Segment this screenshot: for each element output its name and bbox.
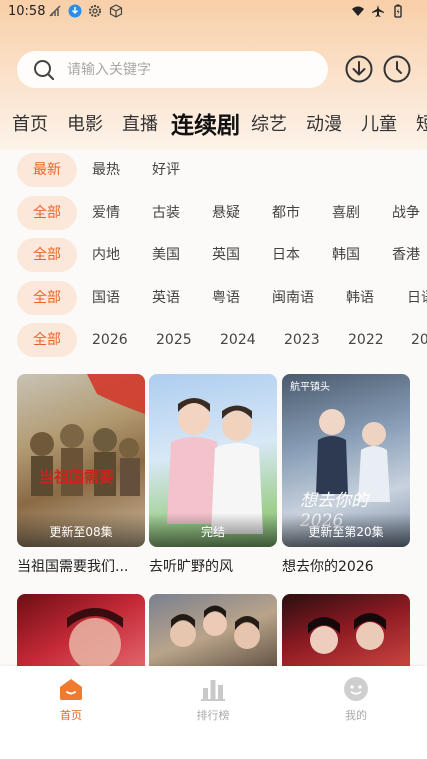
download-badge-icon: [68, 4, 82, 18]
poster-image: 航平镇头 想去你的2026 更新至第20集: [282, 374, 410, 547]
tab-live[interactable]: 直播: [122, 110, 158, 136]
episode-status-badge: 完结: [149, 513, 277, 547]
poster-image: 当祖国需要 更新至08集: [17, 374, 145, 547]
tab-kids[interactable]: 儿童: [361, 110, 397, 136]
language-chip[interactable]: 粤语: [212, 281, 240, 315]
nav-home[interactable]: 首页: [36, 676, 106, 723]
sort-chip-latest[interactable]: 最新: [17, 153, 77, 187]
episode-status-badge: 更新至第20集: [282, 513, 410, 547]
poster-image: 完结: [149, 374, 277, 547]
profile-icon: [344, 677, 368, 701]
search-icon: [34, 60, 55, 81]
tab-series[interactable]: 连续剧: [171, 106, 240, 140]
genre-chip[interactable]: 爱情: [92, 196, 120, 230]
status-time: 10:58: [8, 4, 46, 19]
language-chip[interactable]: 全部: [17, 281, 77, 315]
ranking-icon: [201, 680, 225, 701]
tab-variety[interactable]: 综艺: [251, 110, 287, 136]
year-filter-row: 全部 2026 2025 2024 2023 2022 20: [0, 323, 427, 357]
year-chip[interactable]: 2026: [92, 323, 128, 357]
signal-off-icon: [49, 5, 61, 17]
bottom-navigation: 首页 排行榜 我的: [0, 666, 427, 759]
tab-anime[interactable]: 动漫: [306, 110, 342, 136]
region-filter-row: 全部 内地 美国 英国 日本 韩国 香港: [0, 238, 427, 272]
nav-label: 排行榜: [196, 709, 230, 722]
language-chip[interactable]: 国语: [92, 281, 120, 315]
sort-chip-rating[interactable]: 好评: [152, 153, 180, 187]
episode-status-badge: 更新至08集: [17, 513, 145, 547]
status-bar: 10:58: [0, 0, 427, 24]
nav-label: 首页: [60, 709, 82, 722]
year-chip[interactable]: 2025: [156, 323, 192, 357]
year-chip[interactable]: 全部: [17, 323, 77, 357]
year-chip[interactable]: 2022: [348, 323, 384, 357]
region-chip[interactable]: 英国: [212, 238, 240, 272]
genre-chip[interactable]: 战争: [392, 196, 420, 230]
poster-title-text: 当祖国需要: [39, 468, 115, 486]
sort-chip-hot[interactable]: 最热: [92, 153, 120, 187]
nav-ranking[interactable]: 排行榜: [178, 676, 248, 723]
language-chip[interactable]: 韩语: [346, 281, 374, 315]
year-chip[interactable]: 20: [411, 323, 427, 357]
language-chip[interactable]: 日语: [407, 281, 427, 315]
nav-label: 我的: [345, 709, 367, 722]
card-title: 去听旷野的风: [149, 559, 233, 575]
category-tabs: 首页 电影 直播 连续剧 综艺 动漫 儿童 短: [0, 104, 427, 140]
year-chip[interactable]: 2023: [284, 323, 320, 357]
battery-icon: [394, 4, 402, 18]
history-clock-icon[interactable]: [383, 55, 411, 83]
video-card-poster[interactable]: [149, 594, 277, 674]
region-chip[interactable]: 韩国: [332, 238, 360, 272]
card-title: 想去你的2026: [282, 559, 374, 575]
genre-chip[interactable]: 都市: [272, 196, 300, 230]
tab-home[interactable]: 首页: [12, 110, 48, 136]
tab-movies[interactable]: 电影: [67, 110, 103, 136]
genre-chip[interactable]: 悬疑: [212, 196, 240, 230]
poster-top-text: 航平镇头: [290, 382, 330, 393]
video-card-poster[interactable]: [282, 594, 410, 674]
tab-short[interactable]: 短: [416, 110, 427, 136]
search-bar[interactable]: [17, 51, 328, 88]
poster-artwork: [308, 613, 386, 654]
sort-filter-row: 最新 最热 好评: [0, 153, 427, 187]
home-icon: [60, 679, 82, 700]
genre-chip[interactable]: 全部: [17, 196, 77, 230]
genre-chip[interactable]: 喜剧: [332, 196, 360, 230]
poster-artwork: [170, 605, 260, 649]
video-card-poster[interactable]: [17, 594, 145, 674]
region-chip[interactable]: 日本: [272, 238, 300, 272]
region-chip[interactable]: 内地: [92, 238, 120, 272]
search-input[interactable]: [67, 51, 317, 88]
language-chip[interactable]: 英语: [152, 281, 180, 315]
wifi-icon: [352, 6, 364, 16]
download-icon[interactable]: [345, 55, 373, 83]
card-title: 当祖国需要我们...: [17, 559, 129, 575]
region-chip[interactable]: 香港: [392, 238, 420, 272]
cube-icon: [109, 4, 123, 18]
genre-filter-row: 全部 爱情 古装 悬疑 都市 喜剧 战争: [0, 196, 427, 230]
airplane-icon: [372, 5, 384, 17]
region-chip[interactable]: 美国: [152, 238, 180, 272]
nav-profile[interactable]: 我的: [321, 676, 391, 723]
poster-artwork: [67, 608, 123, 670]
gear-icon: [89, 5, 101, 17]
language-filter-row: 全部 国语 英语 粤语 闽南语 韩语 日语: [0, 281, 427, 315]
region-chip[interactable]: 全部: [17, 238, 77, 272]
year-chip[interactable]: 2024: [220, 323, 256, 357]
genre-chip[interactable]: 古装: [152, 196, 180, 230]
language-chip[interactable]: 闽南语: [272, 281, 314, 315]
